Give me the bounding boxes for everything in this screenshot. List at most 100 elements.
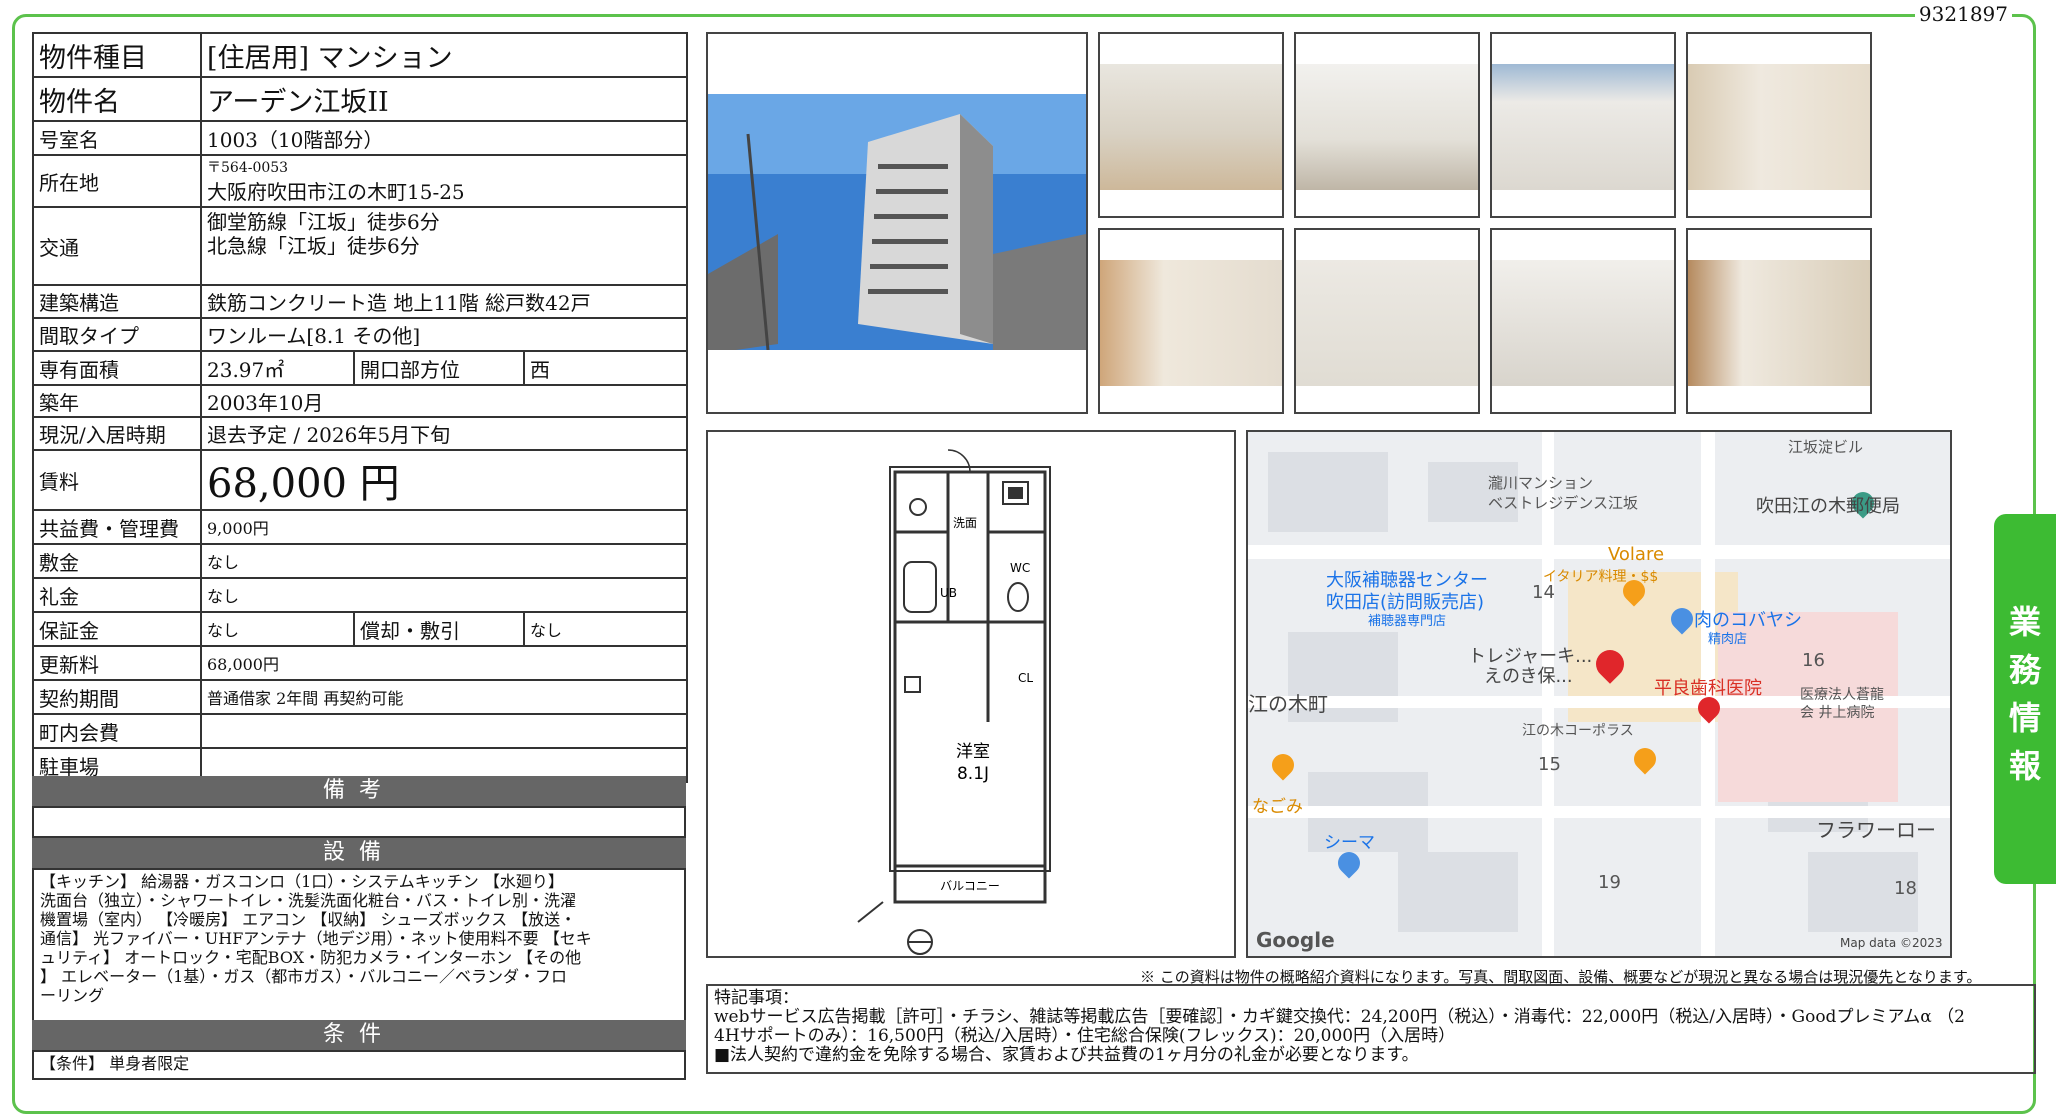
map-label: えのき保... bbox=[1484, 666, 1573, 687]
area-value: 23.97㎡ bbox=[200, 350, 355, 386]
map-label: 16 bbox=[1802, 650, 1825, 671]
google-logo: Google bbox=[1256, 928, 1335, 952]
equipment-text: 【キッチン】 給湯器・ガスコンロ（1口）・システムキッチン 【水廻り】 洗面台（… bbox=[32, 868, 686, 1034]
property-spec-table: 物件種目 [住居用] マンション 物件名 アーデン江坂II 号室名 1003（1… bbox=[32, 32, 689, 783]
map-label: 平良歯科医院 bbox=[1654, 678, 1762, 699]
status-label: 現況/入居時期 bbox=[32, 416, 202, 451]
location-map[interactable]: 江坂淀ビル 瀧川マンション ベストレジデンス江坂 吹田江の木郵便局 Volare… bbox=[1246, 430, 1952, 958]
direction-label: 開口部方位 bbox=[353, 350, 525, 386]
room-value: 1003（10階部分） bbox=[199, 120, 689, 156]
key-money-label: 礼金 bbox=[32, 577, 202, 613]
plan-room-size: 8.1J bbox=[957, 764, 989, 784]
remarks-body bbox=[32, 806, 686, 838]
amortization-label: 償却・敷引 bbox=[353, 611, 525, 647]
plan-wash: 洗面 bbox=[953, 516, 977, 530]
tab-char: 業 bbox=[2008, 603, 2041, 641]
amortization-value: なし bbox=[522, 611, 689, 647]
tab-char: 情 bbox=[2008, 699, 2041, 737]
equipment-header: 設備 bbox=[32, 838, 686, 868]
map-label: 18 bbox=[1894, 878, 1917, 899]
plan-cl: CL bbox=[1018, 671, 1033, 685]
bathroom-photo[interactable] bbox=[1490, 32, 1676, 218]
tab-char: 務 bbox=[2008, 651, 2041, 689]
renewal-value: 68,000円 bbox=[199, 645, 689, 681]
town-fee-label: 町内会費 bbox=[32, 713, 202, 749]
document-id: 9321897 bbox=[1914, 2, 2012, 26]
map-copyright: Map data ©2023 bbox=[1840, 936, 1943, 950]
fee-value: 9,000円 bbox=[199, 509, 689, 545]
direction-value: 西 bbox=[522, 350, 689, 386]
map-label: 江の木町 bbox=[1248, 692, 1328, 716]
map-label: シーマ bbox=[1324, 833, 1375, 853]
guarantee-value: なし bbox=[200, 611, 355, 647]
structure-value: 鉄筋コンクリート造 地上11階 総戸数42戸 bbox=[199, 284, 689, 319]
contract-value: 普通借家 2年間 再契約可能 bbox=[199, 679, 689, 715]
contract-label: 契約期間 bbox=[32, 679, 202, 715]
business-info-tab[interactable]: 業 務 情 報 bbox=[1994, 514, 2056, 884]
rent-label: 賃料 bbox=[32, 449, 202, 511]
deposit-label: 敷金 bbox=[32, 543, 202, 579]
town-fee-value bbox=[199, 713, 689, 749]
plan-ub: UB bbox=[940, 586, 957, 600]
name-label: 物件名 bbox=[32, 76, 202, 122]
tab-char: 報 bbox=[2008, 747, 2041, 785]
layout-value: ワンルーム[8.1 その他] bbox=[199, 317, 689, 352]
floor-plan[interactable]: 洋室 8.1J バルコニー 洗面 UB WC CL bbox=[706, 430, 1236, 958]
room-photo-1[interactable] bbox=[1098, 32, 1284, 218]
living-room-photo[interactable] bbox=[1686, 228, 1872, 414]
zip-code: 〒564-0053 bbox=[207, 159, 289, 176]
type-label: 物件種目 bbox=[32, 32, 202, 78]
type-value: [住居用] マンション bbox=[199, 32, 689, 78]
layout-label: 間取タイプ bbox=[32, 317, 202, 352]
guarantee-label: 保証金 bbox=[32, 611, 202, 647]
plan-room-label: 洋室 bbox=[956, 742, 990, 762]
conditions-header: 条件 bbox=[32, 1020, 686, 1050]
map-label: 医療法人蒼龍 bbox=[1800, 687, 1884, 703]
remarks-header: 備考 bbox=[32, 776, 686, 806]
map-label: 江坂淀ビル bbox=[1788, 438, 1864, 456]
renewal-label: 更新料 bbox=[32, 645, 202, 681]
transport-label: 交通 bbox=[32, 206, 202, 286]
hallway-photo[interactable] bbox=[1686, 32, 1872, 218]
closet-photo[interactable] bbox=[1098, 228, 1284, 414]
map-label: なごみ bbox=[1252, 797, 1303, 817]
map-label: 江の木コーポラス bbox=[1522, 723, 1634, 739]
map-label: 精肉店 bbox=[1708, 632, 1748, 647]
map-label: 19 bbox=[1598, 872, 1621, 893]
map-label: フラワーロー bbox=[1816, 818, 1936, 842]
deposit-value: なし bbox=[199, 543, 689, 579]
rent-value: 68,000 円 bbox=[199, 449, 689, 511]
map-label: 14 bbox=[1532, 582, 1555, 603]
map-label: 補聴器専門店 bbox=[1368, 614, 1447, 629]
map-label: Volare bbox=[1608, 544, 1665, 565]
transport-line-1: 御堂筋線「江坂」徒歩6分 bbox=[207, 210, 440, 234]
toilet-photo[interactable] bbox=[1294, 228, 1480, 414]
map-label: ベストレジデンス江坂 bbox=[1488, 494, 1639, 512]
conditions-text: 【条件】 単身者限定 bbox=[32, 1050, 686, 1080]
washstand-photo[interactable] bbox=[1490, 228, 1676, 414]
building-exterior-photo[interactable] bbox=[706, 32, 1088, 414]
fee-label: 共益費・管理費 bbox=[32, 509, 202, 545]
plan-wc: WC bbox=[1010, 561, 1030, 575]
room-label: 号室名 bbox=[32, 120, 202, 156]
key-money-value: なし bbox=[199, 577, 689, 613]
map-label: 吹田江の木郵便局 bbox=[1756, 496, 1900, 517]
map-label: 瀧川マンション bbox=[1488, 474, 1594, 492]
transport-line-2: 北急線「江坂」徒歩6分 bbox=[207, 234, 420, 258]
address-label: 所在地 bbox=[32, 154, 202, 208]
building-illustration bbox=[708, 94, 1086, 412]
map-label: イタリア料理・$$ bbox=[1543, 569, 1659, 585]
special-remarks: 特記事項： webサービス広告掲載［許可］・チラシ、雑誌等掲載広告［要確認］・カ… bbox=[706, 984, 2036, 1074]
status-value: 退去予定 / 2026年5月下旬 bbox=[199, 416, 689, 451]
map-label: 会 井上病院 bbox=[1800, 705, 1875, 721]
address-cell: 〒564-0053 大阪府吹田市江の木町15-25 bbox=[199, 154, 689, 208]
floor-plan-drawing: 洋室 8.1J バルコニー 洗面 UB WC CL bbox=[857, 449, 1051, 955]
structure-label: 建築構造 bbox=[32, 284, 202, 319]
area-label: 専有面積 bbox=[32, 350, 202, 386]
map-label: 15 bbox=[1538, 754, 1561, 775]
built-label: 築年 bbox=[32, 384, 202, 418]
kitchen-photo[interactable] bbox=[1294, 32, 1480, 218]
name-value: アーデン江坂II bbox=[199, 76, 689, 122]
built-value: 2003年10月 bbox=[199, 384, 689, 418]
address-value: 大阪府吹田市江の木町15-25 bbox=[207, 179, 465, 204]
